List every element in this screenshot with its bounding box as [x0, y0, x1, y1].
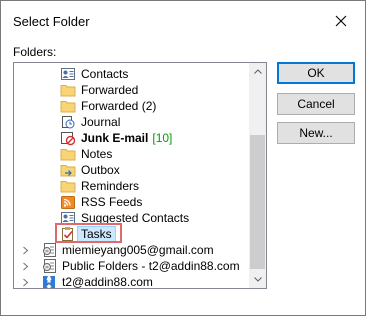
chevron-down-icon: [253, 277, 262, 282]
tree-item-reminders[interactable]: Reminders: [60, 178, 139, 194]
tree-item-t2-account[interactable]: t2@addin88.com: [41, 274, 153, 288]
close-button[interactable]: [323, 7, 359, 35]
new-folder-button[interactable]: New...: [277, 122, 355, 144]
dialog-title: Select Folder: [13, 14, 90, 29]
tree-item-label: Public Folders - t2@addin88.com: [62, 259, 240, 273]
tree-item-junk-email[interactable]: Junk E-mail [10]: [60, 130, 172, 146]
tree-item-contacts[interactable]: Contacts: [60, 66, 128, 82]
folder-icon: [60, 82, 76, 98]
chevron-right-icon: [23, 278, 29, 286]
tree-item-label: Outbox: [81, 163, 120, 177]
tree-item-label: Forwarded: [81, 83, 139, 97]
tree-item-label: miemieyang005@gmail.com: [62, 243, 214, 257]
tree-item-outbox[interactable]: Outbox: [60, 162, 120, 178]
scroll-down-button[interactable]: [249, 271, 266, 288]
outbox-icon: [60, 162, 76, 178]
tree-item-label: Journal: [81, 115, 121, 129]
folder-icon: [60, 178, 76, 194]
tree-item-label: Forwarded (2): [81, 99, 157, 113]
folder-tree[interactable]: Contacts Forwarded Forwarded (2) Journal…: [13, 62, 267, 289]
folder-icon: [60, 98, 76, 114]
tree-item-label: t2@addin88.com: [62, 275, 153, 288]
close-icon: [335, 15, 347, 27]
tree-item-label: Contacts: [81, 67, 129, 81]
tree-item-tasks[interactable]: Tasks: [60, 226, 116, 242]
tree-item-label: Notes: [81, 147, 113, 161]
tree-item-label: Reminders: [81, 179, 140, 193]
tree-item-rss-feeds[interactable]: RSS Feeds: [60, 194, 142, 210]
data-file-icon: [41, 242, 57, 258]
scroll-up-button[interactable]: [249, 63, 266, 80]
contacts-icon: [60, 210, 76, 226]
journal-icon: [60, 114, 76, 130]
tree-item-label: Suggested Contacts: [81, 211, 190, 225]
tree-item-forwarded[interactable]: Forwarded: [60, 82, 138, 98]
exchange-icon: [41, 274, 57, 288]
tree-item-notes[interactable]: Notes: [60, 146, 112, 162]
folder-icon: [60, 146, 76, 162]
unread-count-badge: [10]: [152, 131, 173, 145]
tree-item-public-folders[interactable]: Public Folders - t2@addin88.com: [41, 258, 240, 274]
chevron-up-icon: [253, 69, 262, 74]
contacts-icon: [60, 66, 76, 82]
ok-button[interactable]: OK: [277, 62, 355, 84]
tasks-icon: [60, 226, 76, 242]
vertical-scrollbar[interactable]: [249, 63, 266, 288]
folders-label: Folders:: [13, 45, 57, 59]
select-folder-dialog: Select Folder Folders: Contacts Forwarde…: [0, 0, 366, 316]
junk-email-icon: [60, 130, 76, 146]
scroll-thumb[interactable]: [250, 135, 265, 269]
chevron-right-icon: [23, 246, 29, 254]
folder-tree-list: Contacts Forwarded Forwarded (2) Journal…: [14, 63, 250, 288]
title-bar: Select Folder: [1, 1, 365, 41]
tree-item-label: Junk E-mail: [81, 131, 149, 145]
expand-public-folders[interactable]: [22, 258, 30, 274]
expand-miemieyang-account[interactable]: [22, 242, 30, 258]
tree-item-label: Tasks: [77, 226, 116, 242]
tree-item-journal[interactable]: Journal: [60, 114, 120, 130]
rss-icon: [60, 194, 76, 210]
expand-t2-account[interactable]: [22, 274, 30, 288]
chevron-right-icon: [23, 262, 29, 270]
cancel-button[interactable]: Cancel: [277, 93, 355, 115]
tree-item-suggested-contacts[interactable]: Suggested Contacts: [60, 210, 189, 226]
tree-item-label: RSS Feeds: [81, 195, 143, 209]
tree-item-miemieyang-account[interactable]: miemieyang005@gmail.com: [41, 242, 214, 258]
data-file-icon: [41, 258, 57, 274]
tree-item-forwarded-2[interactable]: Forwarded (2): [60, 98, 156, 114]
